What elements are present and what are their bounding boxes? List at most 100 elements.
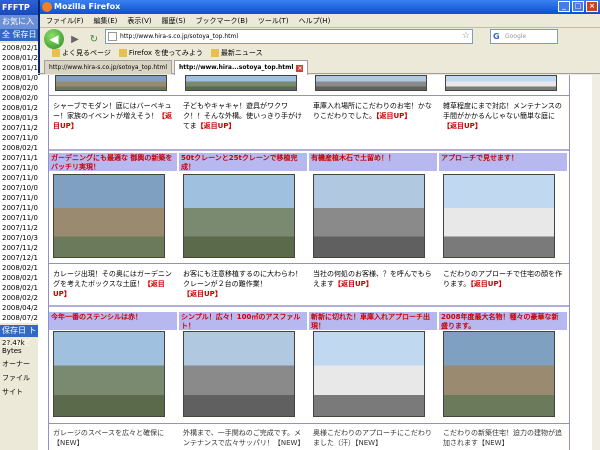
row3-photo xyxy=(313,331,425,417)
date-item[interactable]: 2007/11/23 xyxy=(0,223,42,233)
date-item[interactable]: 2007/11/15 xyxy=(0,153,42,163)
row3-header: 今年一番のステンシルは赤！ xyxy=(49,312,177,330)
footer-size: 2?.4?k Bytes xyxy=(2,339,25,355)
caption-text: シャーブでモダン！庭にはバーベキュー！家族のイベントが増えそう！ xyxy=(53,102,172,120)
menu-item[interactable]: 編集(E) xyxy=(94,16,118,26)
tab-close-icon[interactable]: × xyxy=(296,64,304,72)
date-item[interactable]: 2008/02/13 xyxy=(0,273,42,283)
footer-item[interactable]: サイト xyxy=(0,385,42,399)
gallery-table: シャーブでモダン！庭にはバーベキュー！家族のイベントが増えそう！【返目UP】 子ど… xyxy=(48,75,570,450)
menu-item[interactable]: 履歴(S) xyxy=(162,16,186,26)
date-list: 2008/02/14 2008/01/25 2008/01/10 2008/01/05… xyxy=(0,43,42,323)
bookmark-label: 最新ニュース xyxy=(220,48,263,57)
row2-header: ガーデニングにも最適な 御輿の新築をバッチリ実現！ xyxy=(49,153,177,171)
close-icon[interactable]: × xyxy=(586,1,598,12)
date-item[interactable]: 2007/11/09 xyxy=(0,173,42,183)
bookmark-label: よく見るページ xyxy=(62,48,111,57)
back-to-top-link[interactable]: 【返目UP】 xyxy=(443,122,482,130)
url-bar[interactable]: http://www.hira-s.co.jp/sotoya_top.html … xyxy=(105,29,473,44)
row2-caption: カレージ出現！その奥にはガーデニングを考えたボックスな土庭！【返目UP】 xyxy=(53,269,173,299)
date-item[interactable]: 2008/07/25 xyxy=(0,313,42,323)
date-item[interactable]: 2008/01/05 xyxy=(0,73,42,83)
bookmark-item[interactable]: Firefox を使ってみよう xyxy=(118,48,203,58)
date-item[interactable]: 2008/02/18 xyxy=(0,283,42,293)
row-separator xyxy=(49,95,569,96)
menu-item[interactable]: 表示(V) xyxy=(127,16,151,26)
row3-photo xyxy=(53,331,165,417)
forward-button[interactable]: ▶ xyxy=(67,31,83,47)
footer-item[interactable]: オーナー xyxy=(0,357,42,371)
date-item[interactable]: 2007/11/04 xyxy=(0,133,42,143)
back-to-top-link[interactable]: 【返目UP】 xyxy=(376,112,411,120)
page-content: シャーブでモダン！庭にはバーベキュー！家族のイベントが増えそう！【返目UP】 子ど… xyxy=(38,75,600,450)
date-item[interactable]: 2008/02/13 xyxy=(0,263,42,273)
date-item[interactable]: 2007/11/05 xyxy=(0,193,42,203)
column-header[interactable]: 全 保存日 ト ニ xyxy=(0,29,42,51)
row1-photo xyxy=(55,75,167,91)
date-item[interactable]: 2008/02/01 xyxy=(0,83,42,93)
bookmark-item[interactable]: よく見るページ xyxy=(52,48,111,58)
bookmark-item[interactable]: 最新ニュース xyxy=(210,48,263,58)
section-divider xyxy=(49,305,569,307)
favorites-header[interactable]: お気に入 xyxy=(0,15,42,29)
date-item[interactable]: 2007/11/02 xyxy=(0,213,42,223)
date-item[interactable]: 2008/01/10 xyxy=(0,63,42,73)
date-item[interactable]: 2008/01/25 xyxy=(0,53,42,63)
maximize-icon[interactable]: □ xyxy=(572,1,584,12)
row2-photo xyxy=(53,174,165,258)
search-input[interactable]: G Google xyxy=(490,29,558,44)
date-item[interactable]: 2008/01/28 xyxy=(0,103,42,113)
date-item[interactable]: 2007/12/14 xyxy=(0,253,42,263)
minimize-icon[interactable]: _ xyxy=(558,1,570,12)
row3-caption: 外構まで、一手関ねのご完成です。メンテナンスで広々サッパリ！【NEW】 xyxy=(183,428,304,448)
firefox-logo-icon xyxy=(42,2,52,12)
row2-caption: 当社の何処のお客様、？を呼んでもらえます【返目UP】 xyxy=(313,269,433,289)
row2-photo xyxy=(183,174,295,258)
date-item[interactable]: 2007/10/30 xyxy=(0,233,42,243)
date-item[interactable]: 2007/10/05 xyxy=(0,183,42,193)
background-window-title[interactable]: FFFTP xyxy=(0,0,42,15)
back-to-top-link[interactable]: 【返目UP】 xyxy=(183,290,222,298)
row-separator xyxy=(49,423,569,424)
bookmark-icon xyxy=(52,48,60,57)
background-window: FFFTP お気に入 全 保存日 ト ニ 2008/02/14 2008/01/2… xyxy=(0,0,42,450)
footer-column-header[interactable]: 保存日 ト 転 届 ど xyxy=(0,325,42,347)
vertical-scrollbar[interactable] xyxy=(592,75,600,450)
row2-caption: お客にも注意移植するのに大わらわ！クレーンが２台の難作業！ 【返目UP】 xyxy=(183,269,303,299)
back-to-top-link[interactable]: 【返目UP】 xyxy=(334,280,373,288)
caption-text: 車庫入れ場所にこだわりのお宅！かなりこだわりでした。 xyxy=(313,102,432,120)
row2-photo xyxy=(313,174,425,258)
reload-button[interactable]: ↻ xyxy=(86,31,102,47)
back-to-top-link[interactable]: 【返目UP】 xyxy=(197,122,236,130)
footer-item[interactable]: ファイル xyxy=(0,371,42,385)
star-icon[interactable]: ☆ xyxy=(462,30,470,43)
date-item[interactable]: 2008/02/19 xyxy=(0,143,42,153)
date-item[interactable]: 2008/02/02 xyxy=(0,93,42,103)
menu-item[interactable]: ブックマーク(B) xyxy=(196,16,248,26)
date-item[interactable]: 2007/11/28 xyxy=(0,243,42,253)
row1-photo xyxy=(185,75,297,91)
row3-photo xyxy=(183,331,295,417)
menu-item[interactable]: ツール(T) xyxy=(258,16,289,26)
date-item[interactable]: 2008/01/31 xyxy=(0,113,42,123)
browser-tab[interactable]: http://www.hira-s.co.jp/sotoya_top.html xyxy=(44,60,172,74)
row1-caption: 雑草程度にまで対応！メンテナンスの手間がかかるんじゃない簡単な庭に【返目UP】 xyxy=(443,101,563,131)
search-placeholder: Google xyxy=(505,33,527,40)
date-item[interactable]: 2008/02/20 xyxy=(0,293,42,303)
back-to-top-link[interactable]: 【返目UP】 xyxy=(470,280,505,288)
date-item[interactable]: 2007/11/27 xyxy=(0,123,42,133)
date-item[interactable]: 2007/11/03 xyxy=(0,203,42,213)
row2-header: 有機産植木石で土留め！！ xyxy=(309,153,437,171)
date-item[interactable]: 2008/02/14 xyxy=(0,43,42,53)
google-icon: G xyxy=(493,32,500,41)
caption-text: ガレージのスペースを広々と確保に【NEW】 xyxy=(53,429,165,447)
browser-tab[interactable]: http://www.hira...sotoya_top.html × xyxy=(174,60,309,75)
row2-photo xyxy=(443,174,555,258)
date-item[interactable]: 2007/11/05 xyxy=(0,163,42,173)
tab-label: http://www.hira-s.co.jp/sotoya_top.html xyxy=(49,63,167,71)
row3-photo xyxy=(443,331,555,417)
menu-item[interactable]: ヘルプ(H) xyxy=(299,16,331,26)
date-item[interactable]: 2008/04/26 xyxy=(0,303,42,313)
window-controls: _ □ × xyxy=(558,1,598,12)
menu-item[interactable]: ファイル(F) xyxy=(46,16,84,26)
